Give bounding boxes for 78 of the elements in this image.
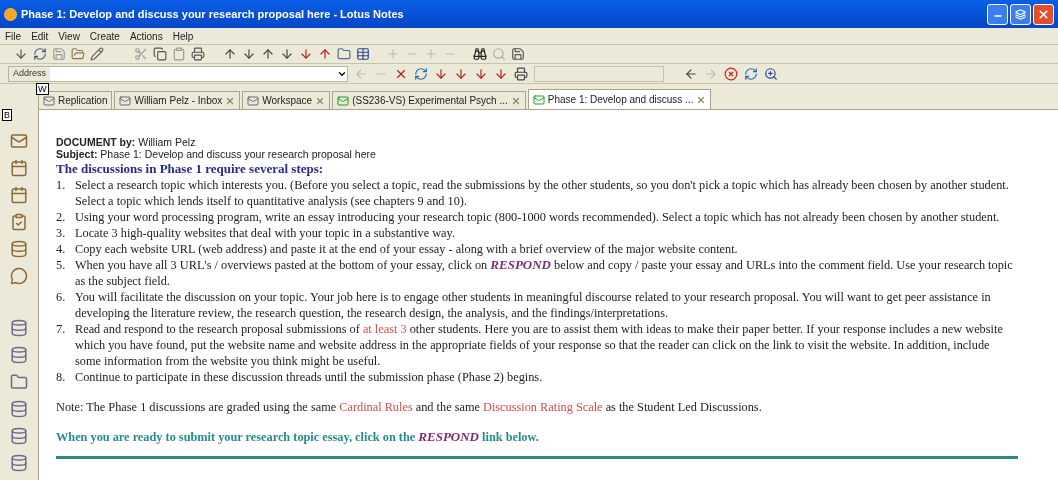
document-tab[interactable]: Phase 1: Develop and discuss ... [527,89,712,109]
envelope-icon [247,94,260,107]
scissors-icon[interactable] [134,47,148,61]
respond-instruction: When you are ready to submit your research topic essay, click on the RESPOND link below. [56,429,540,445]
close-icon[interactable] [225,95,236,106]
envelope-icon [337,94,350,107]
arrow-up-icon[interactable] [318,47,332,61]
steps-heading: The discussions in Phase 1 require several steps: [56,160,325,177]
minimize-button[interactable] [987,3,1008,25]
envelope-icon [43,94,55,107]
menu-item[interactable]: Help [172,28,194,44]
envelope-icon [119,94,132,107]
step-text: Continue to participate in these discussion threads until the submission phase (Phase 2) begins. [75,369,544,385]
arrow-down-icon[interactable] [14,47,28,61]
arrow-down-icon[interactable] [299,47,313,61]
arrow-down-icon[interactable] [434,66,448,81]
folder-icon[interactable] [71,47,85,61]
search-icon[interactable] [764,66,778,81]
document-tab[interactable]: William Pelz - Inbox [114,91,241,109]
close-icon[interactable] [510,95,521,106]
list-number: 6. [56,289,67,306]
refresh-icon[interactable] [33,47,47,61]
refresh-icon[interactable] [414,66,428,81]
step-text: When you have all 3 URL's / overviews pasted at the bottom of your essay, click on RESPOND below and copy / paste your essay and URLs into the comment field. Use your research topic as the subject field. [75,257,1014,289]
back-icon[interactable] [684,66,698,81]
list-number: 7. [56,321,67,338]
menu-item[interactable]: File [5,28,22,44]
refresh-icon[interactable] [744,66,758,81]
arrow-down-icon[interactable] [474,66,488,81]
step-text: Using your word processing program, write an essay introducing your research topic (800-1000 words recommended). Select a topic which has not already been chosen by another student. [75,209,1001,225]
document-tab[interactable]: Workspace [242,91,331,109]
table-icon[interactable] [356,47,370,61]
arrow-down-icon[interactable] [494,66,508,81]
document-link[interactable]: Cardinal Rules [339,400,413,414]
envelope-icon [532,93,545,106]
menu-item[interactable]: Actions [129,28,163,44]
document-tab[interactable]: (SS236-VS) Experimental Psych ... [332,91,526,109]
grading-note: Note: The Phase 1 discussions are graded using the same Cardinal Rules and the same Discussion Rating Scale as the Student Led Discussions. [56,399,763,415]
binoculars-icon[interactable] [473,47,487,61]
menu-item[interactable]: View [58,28,80,44]
folder-icon[interactable] [337,47,351,61]
list-number: 5. [56,257,67,274]
step-text: Select a research topic which interests you. (Before you select a topic, read the submissions by the other students, so you don't pick a topic which has already been chosen by another student. Select a topic which lends itself to quantitative analysis (see chapters 9 and 10). [75,177,1010,209]
restore-button[interactable] [1010,3,1031,25]
stop-icon[interactable] [724,66,738,81]
window-title: Phase 1: Develop and discuss your research proposal here - Lotus Notes [21,6,405,22]
save-icon[interactable] [511,47,525,61]
list-number: 4. [56,241,67,257]
copy-icon[interactable] [153,47,167,61]
document-author: DOCUMENT by: William Pelz [56,136,197,148]
arrow-down-icon[interactable] [454,66,468,81]
step-text: You will facilitate the discussion on your topic. Your job here is to engage other students in meaningful discourse related to your research proposal. You will want to get peer assistance in developing the literature review, the research question, the research design, the analysis, and the findings/interpretations. [75,289,992,321]
close-icon [1037,7,1050,21]
clipboard-icon[interactable] [172,47,186,61]
arrow-up-icon[interactable] [261,47,275,61]
menu-item[interactable]: Create [89,28,120,44]
close-button[interactable] [1033,3,1054,25]
document-subject: Subject: Phase 1: Develop and discuss your research proposal here [56,148,377,160]
address-field[interactable]: Address [8,65,348,82]
document-tab[interactable]: Replication [38,91,113,109]
list-number: 3. [56,225,67,241]
step-text: Read and respond to the research proposal submissions of at least 3 other students. Here you are to assist them with ideas to make their paper better. If your response includes a new website which you have found, put the website name and website address in the appropriate fields of your response so that the reader can click on the link to visit the website. In addition, include some information from the website you think might be useful. [75,321,1004,369]
close-icon[interactable] [696,94,707,105]
list-number: 8. [56,369,67,385]
pencil-icon[interactable] [90,47,104,61]
menu-item[interactable]: Edit [31,28,49,44]
close-icon[interactable] [315,95,326,106]
document-link[interactable]: Discussion Rating Scale [483,400,603,414]
shortcut-hint: W [36,83,49,95]
step-text: Locate 3 high-quality websites that deal with your topic in a substantive way. [75,225,456,241]
printer-icon[interactable] [191,47,205,61]
step-text: Copy each website URL (web address) and paste it at the end of your essay - along with a brief overview of the major website content. [75,241,739,257]
list-number: 2. [56,209,67,225]
app-icon [4,7,17,21]
printer-icon[interactable] [514,66,528,81]
arrow-down-icon[interactable] [280,47,294,61]
shortcut-hint: B [2,109,12,121]
list-number: 1. [56,177,67,194]
